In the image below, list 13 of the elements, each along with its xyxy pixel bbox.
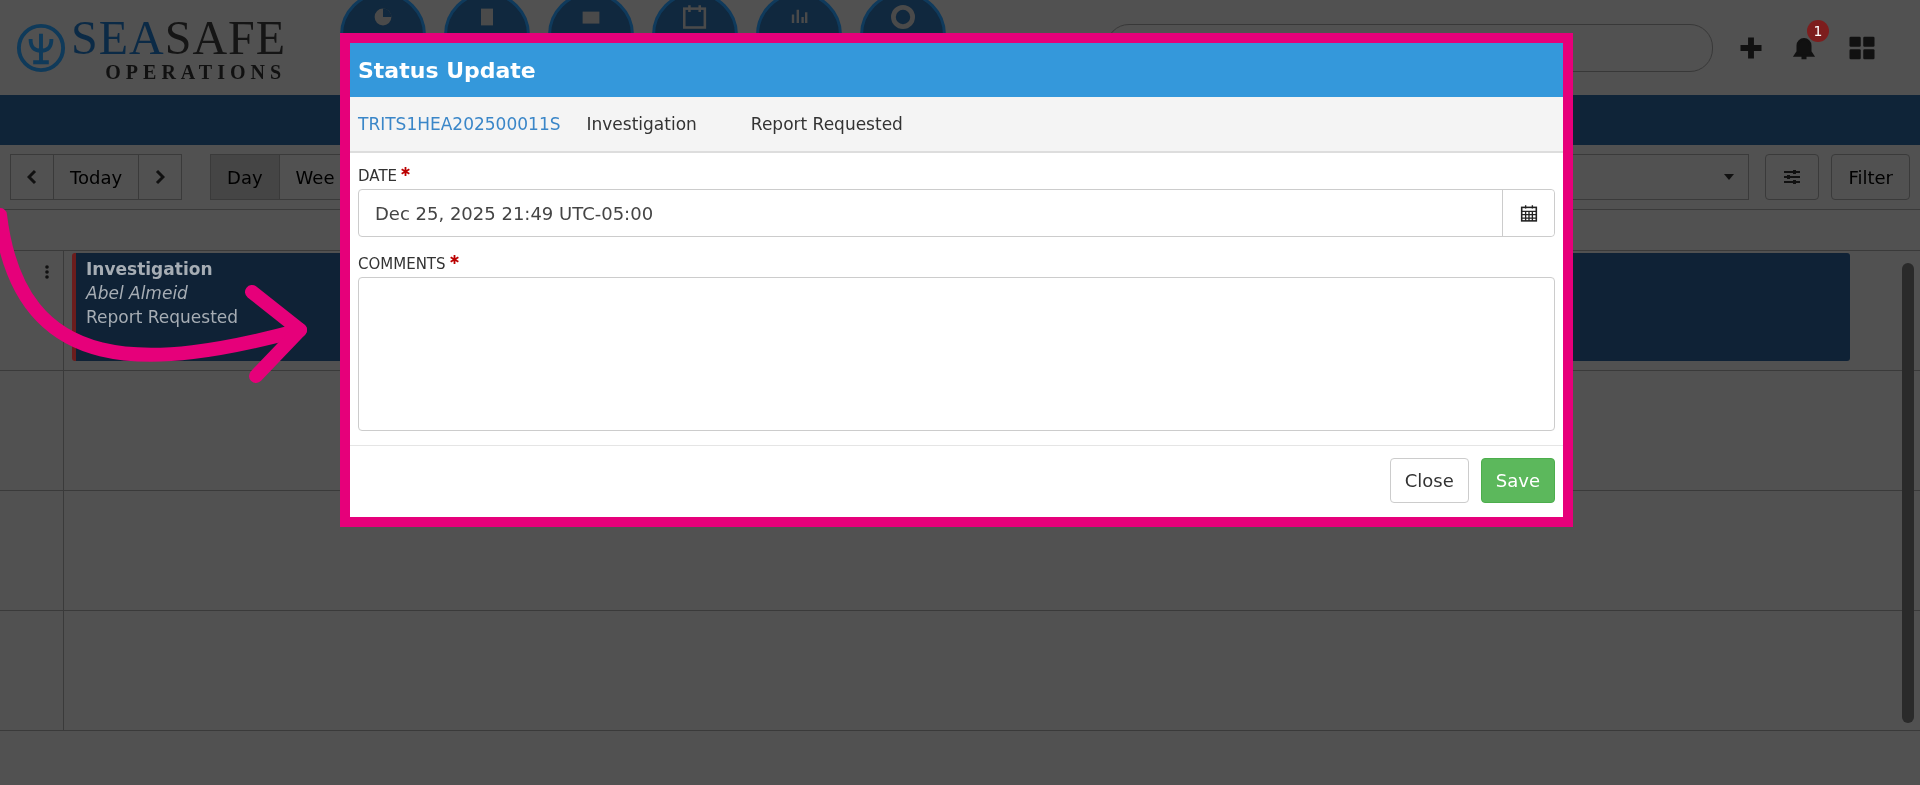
notification-badge: 1 xyxy=(1807,20,1829,42)
record-status: Report Requested xyxy=(750,114,903,134)
dialog-title: Status Update xyxy=(358,57,536,83)
record-stage: Investigation xyxy=(586,114,697,134)
date-value: Dec 25, 2025 21:49 UTC-05:00 xyxy=(374,202,655,224)
field-label: DATE xyxy=(358,167,398,185)
logo-wordmark-secondary: SAFE xyxy=(164,10,287,64)
event-person: Abel Almeid xyxy=(86,283,188,303)
field-label: COMMENTS xyxy=(358,255,446,273)
event-title: Investigation xyxy=(86,259,213,279)
logo-wordmark: SEA xyxy=(71,10,165,64)
logo-subtitle: OPERATIONS xyxy=(105,61,287,82)
event-status: Report Requested xyxy=(86,307,239,327)
